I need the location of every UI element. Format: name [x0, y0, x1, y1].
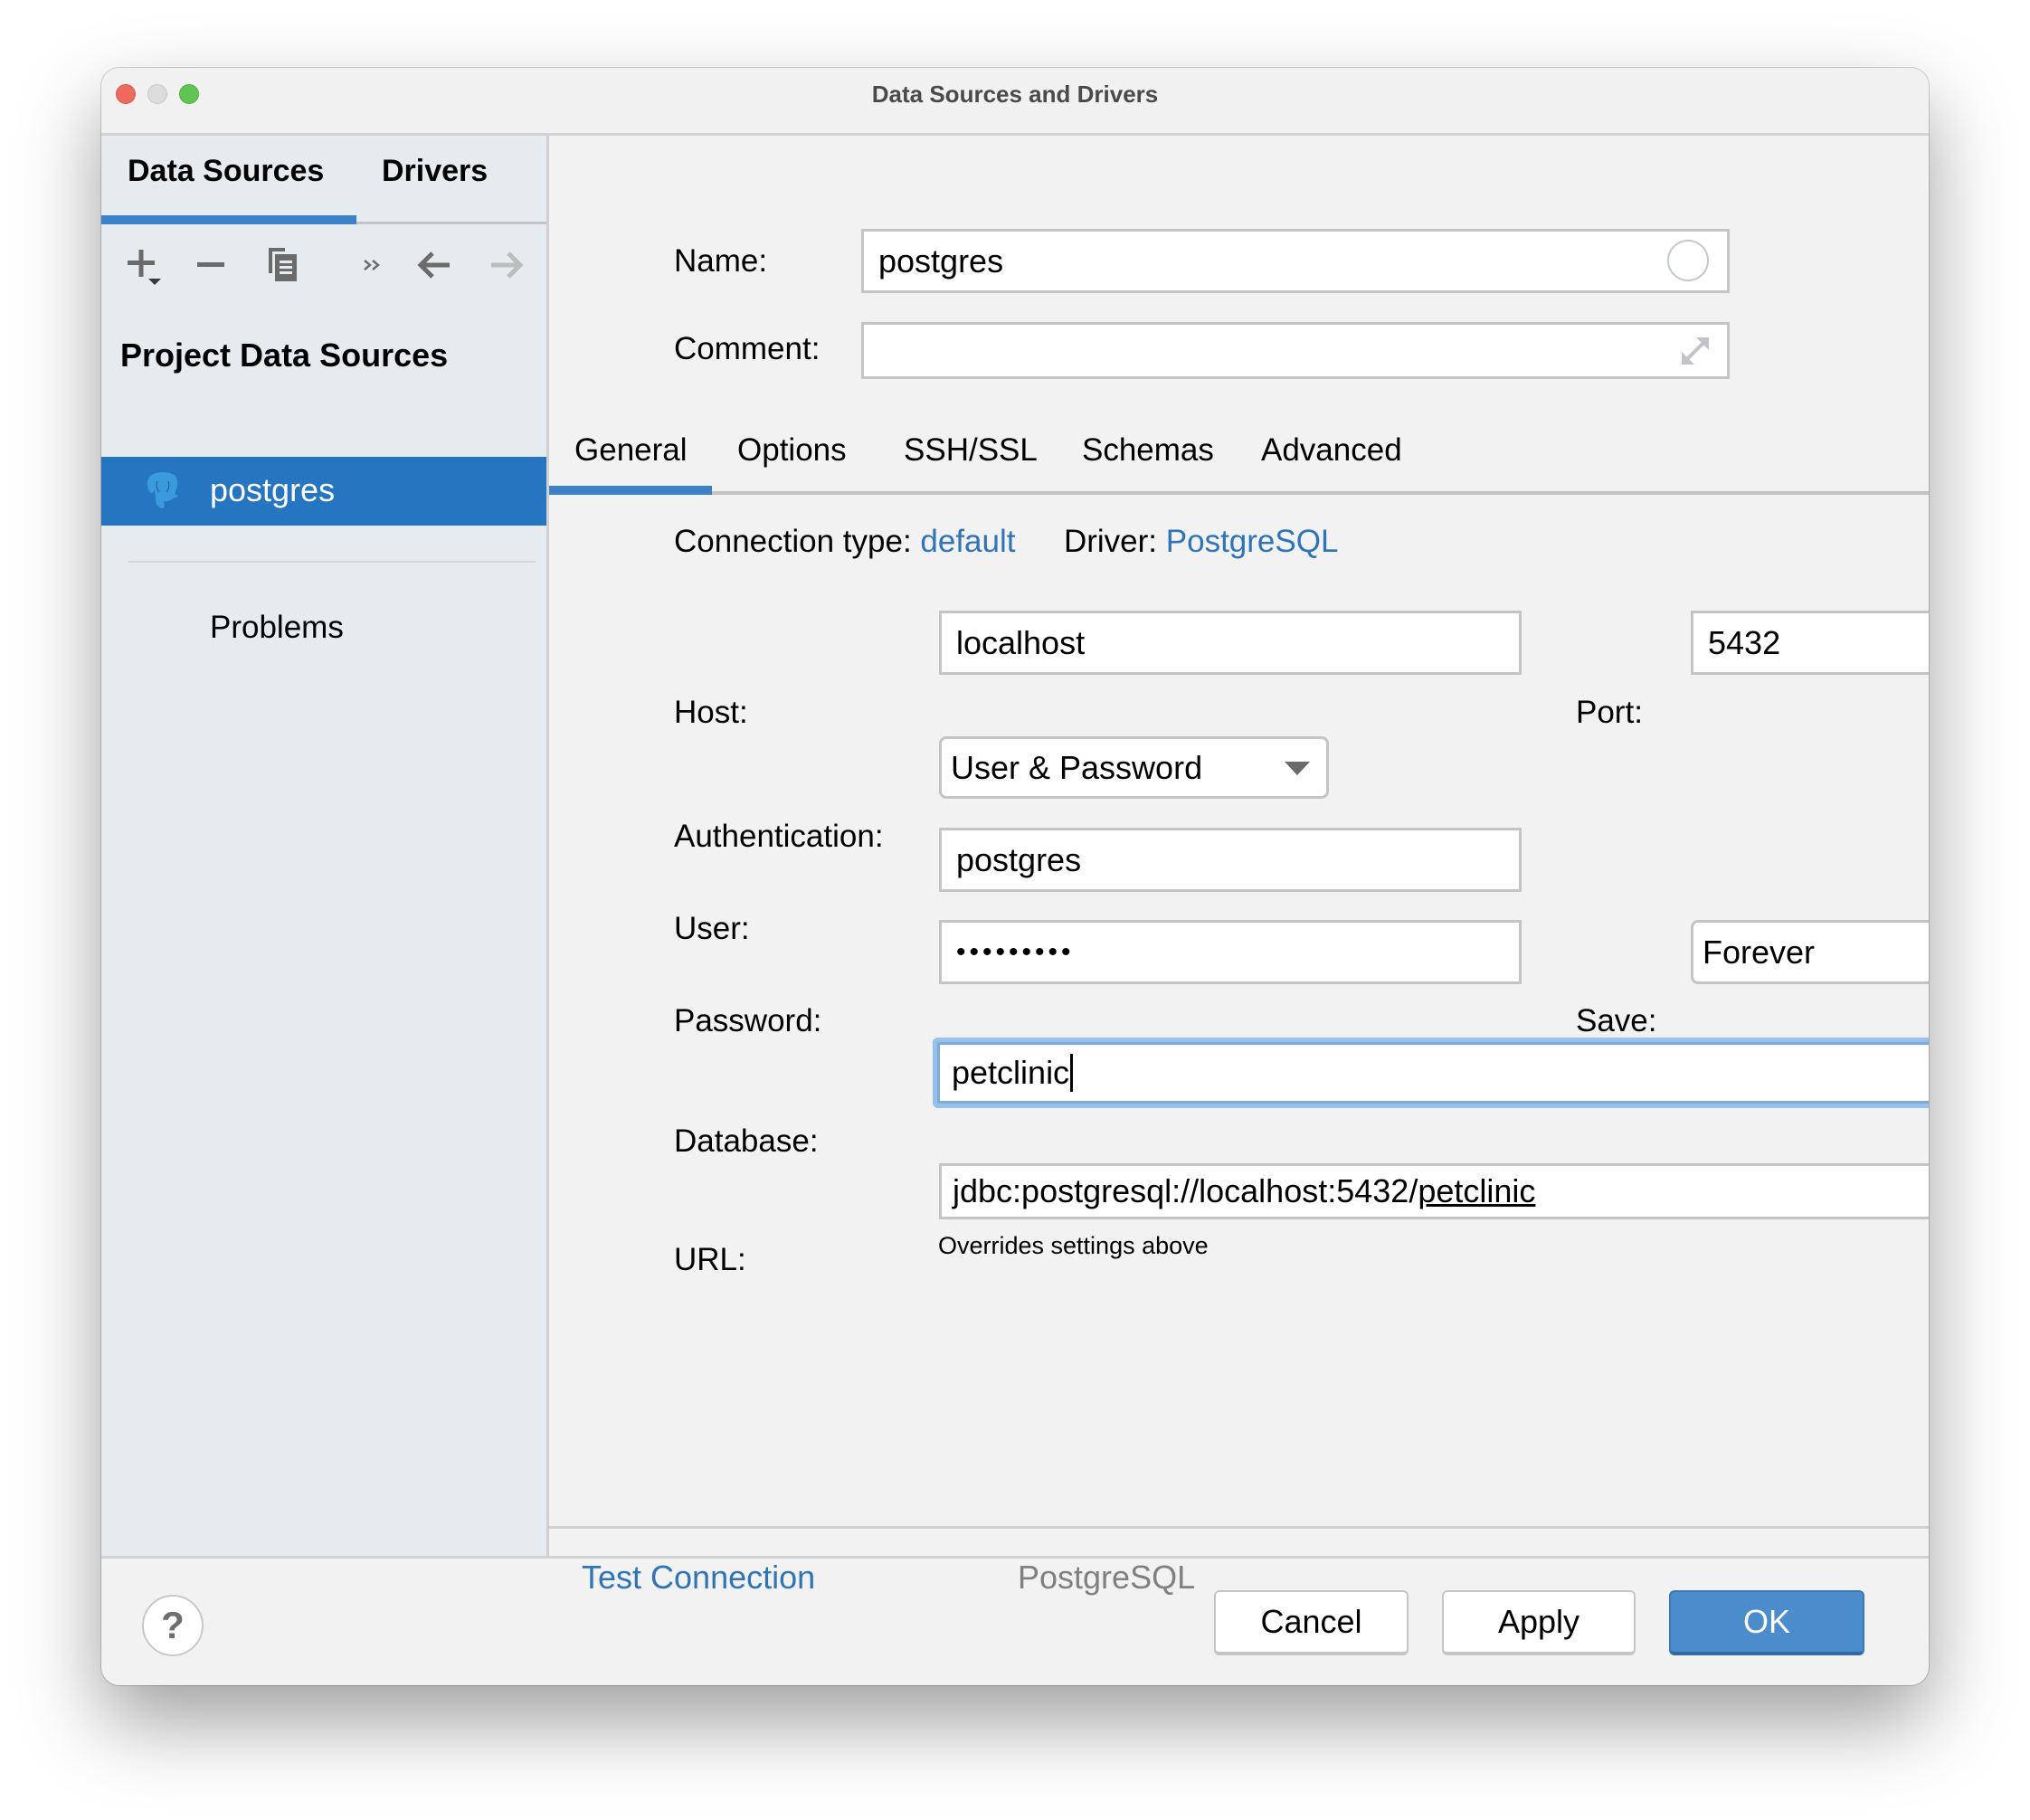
back-arrow-icon[interactable] [412, 242, 457, 288]
connection-info: Connection type: default Driver: Postgre… [674, 524, 1338, 560]
tab-schemas[interactable]: Schemas [1082, 432, 1214, 469]
active-tab-indicator [101, 215, 356, 224]
authentication-value: User & Password [951, 748, 1203, 786]
driver-label: Driver: [1063, 524, 1158, 559]
tab-data-sources[interactable]: Data Sources [128, 154, 324, 189]
user-label: User: [674, 911, 750, 946]
sidebar: Data Sources Drivers Project Data Source… [101, 136, 549, 1556]
host-input[interactable]: localhost [939, 611, 1522, 675]
tab-advanced[interactable]: Advanced [1261, 432, 1402, 469]
more-icon[interactable] [351, 242, 396, 288]
name-value: postgres [878, 242, 1004, 280]
tab-options[interactable]: Options [737, 432, 847, 469]
user-input[interactable]: postgres [939, 828, 1522, 892]
duplicate-icon[interactable] [260, 242, 305, 288]
forward-arrow-icon[interactable] [484, 242, 529, 288]
data-source-label: postgres [210, 471, 336, 508]
ok-button[interactable]: OK [1669, 1590, 1864, 1655]
password-value: ••••••••• [956, 936, 1075, 967]
active-tab-indicator [549, 486, 712, 495]
user-value: postgres [956, 840, 1082, 878]
tab-drivers[interactable]: Drivers [382, 154, 488, 189]
database-input[interactable]: petclinic [937, 1042, 1929, 1104]
bottom-divider [549, 1526, 1929, 1529]
apply-button[interactable]: Apply [1442, 1590, 1636, 1655]
password-input[interactable]: ••••••••• [939, 920, 1522, 984]
problems-item[interactable]: Problems [210, 610, 344, 646]
database-label: Database: [674, 1123, 819, 1159]
port-input[interactable]: 5432 [1691, 611, 1929, 675]
url-hint: Overrides settings above [938, 1232, 1209, 1259]
authentication-select[interactable]: User & Password [939, 736, 1329, 799]
connection-type-link[interactable]: default [920, 524, 1015, 559]
project-data-sources-heading: Project Data Sources [120, 337, 449, 374]
port-value: 5432 [1708, 623, 1781, 661]
expand-icon[interactable] [1676, 332, 1714, 370]
url-database-part: petclinic [1418, 1172, 1536, 1209]
window-title: Data Sources and Drivers [871, 81, 1159, 108]
name-label: Name: [674, 243, 768, 279]
connection-type-label: Connection type: [674, 524, 912, 559]
cancel-button[interactable]: Cancel [1214, 1590, 1409, 1655]
sidebar-tabs: Data Sources Drivers [101, 136, 546, 224]
password-label: Password: [674, 1003, 822, 1038]
test-connection-link[interactable]: Test Connection [582, 1559, 815, 1597]
data-source-item-postgres[interactable]: postgres [101, 457, 546, 526]
name-input[interactable]: postgres [861, 229, 1730, 293]
comment-input[interactable] [861, 322, 1730, 379]
save-value: Forever [1703, 933, 1816, 971]
text-cursor [1070, 1054, 1074, 1092]
host-value: localhost [956, 623, 1086, 661]
database-value: petclinic [952, 1054, 1070, 1091]
postgresql-elephant-icon [145, 472, 181, 510]
save-label: Save: [1576, 1003, 1657, 1038]
tab-general[interactable]: General [574, 432, 688, 469]
port-label: Port: [1576, 695, 1643, 730]
save-select[interactable]: Forever [1691, 920, 1929, 984]
add-icon[interactable] [121, 242, 166, 288]
data-sources-dialog: Data Sources and Drivers Data Sources Dr… [101, 68, 1929, 1685]
help-button[interactable]: ? [142, 1595, 204, 1656]
sidebar-toolbar [101, 233, 546, 297]
driver-link[interactable]: PostgreSQL [1166, 524, 1339, 559]
host-label: Host: [674, 695, 748, 730]
url-prefix: jdbc:postgresql://localhost:5432/ [953, 1172, 1418, 1209]
color-picker-icon[interactable] [1667, 239, 1709, 281]
tab-ssh-ssl[interactable]: SSH/SSL [904, 432, 1038, 469]
footer-divider [101, 1556, 1929, 1559]
driver-name-label: PostgreSQL [1018, 1559, 1196, 1596]
url-label: URL: [674, 1242, 746, 1277]
remove-icon[interactable] [190, 242, 235, 288]
title-bar: Data Sources and Drivers [101, 68, 1929, 136]
sidebar-divider [128, 561, 536, 563]
comment-label: Comment: [674, 331, 821, 366]
settings-tabs: General Options SSH/SSL Schemas Advanced [549, 425, 1929, 495]
authentication-label: Authentication: [674, 819, 884, 854]
chevron-down-icon [1285, 761, 1310, 775]
url-input[interactable]: jdbc:postgresql://localhost:5432/petclin… [939, 1163, 1929, 1219]
data-source-settings-panel: Name: postgres Comment: General Options … [549, 136, 1929, 1596]
